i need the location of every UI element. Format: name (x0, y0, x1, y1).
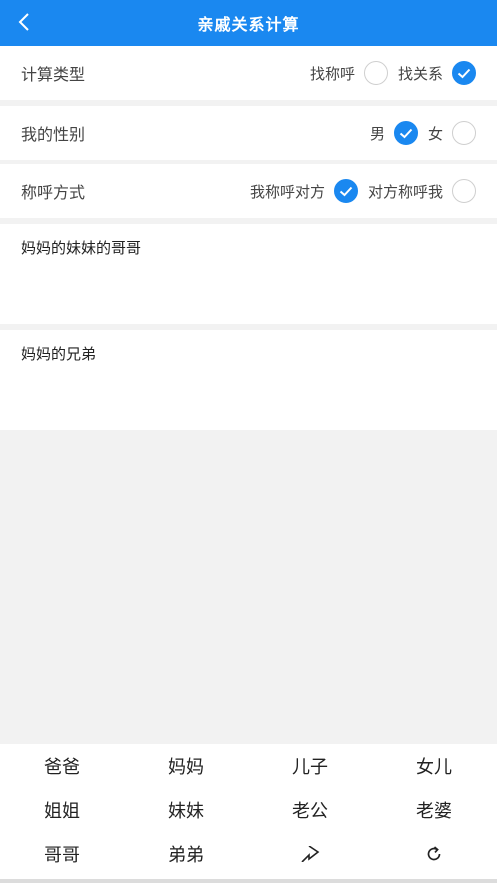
radio-unchecked-icon[interactable] (363, 61, 388, 85)
key-husband[interactable]: 老公 (248, 788, 372, 832)
key-son[interactable]: 儿子 (248, 744, 372, 788)
calc-type-row: 计算类型 找称呼 找关系 (0, 46, 497, 100)
option-i-call-them-label: 我称呼对方 (249, 182, 325, 201)
key-elder-sister[interactable]: 姐姐 (0, 788, 124, 832)
option-i-call-them[interactable]: 我称呼对方 (250, 179, 358, 203)
gender-row: 我的性别 男 女 (0, 106, 497, 160)
share-arrow-icon[interactable] (248, 832, 372, 876)
radio-checked-icon[interactable] (333, 179, 358, 203)
result-output: 妈妈的兄弟 (0, 330, 497, 430)
key-younger-brother[interactable]: 弟弟 (124, 832, 248, 876)
option-male[interactable]: 男 (370, 121, 418, 145)
address-mode-label: 称呼方式 (21, 183, 86, 202)
radio-checked-icon[interactable] (452, 61, 476, 85)
option-male-label: 男 (369, 124, 385, 143)
relation-keypad: 爸爸 妈妈 儿子 女儿 姐姐 妹妹 老公 老婆 哥哥 弟弟 (0, 744, 497, 879)
option-female-label: 女 (427, 124, 443, 143)
key-mom[interactable]: 妈妈 (124, 744, 248, 788)
option-they-call-me-label: 对方称呼我 (367, 182, 443, 201)
relation-input[interactable]: 妈妈的妹妹的哥哥 (0, 224, 497, 324)
option-find-title[interactable]: 找称呼 (310, 61, 388, 85)
key-dad[interactable]: 爸爸 (0, 744, 124, 788)
option-find-title-label: 找称呼 (309, 64, 355, 83)
page-title: 亲戚关系计算 (197, 15, 300, 34)
key-wife[interactable]: 老婆 (372, 788, 496, 832)
key-younger-sister[interactable]: 妹妹 (124, 788, 248, 832)
address-mode-row: 称呼方式 我称呼对方 对方称呼我 (0, 164, 497, 218)
refresh-icon[interactable] (372, 832, 496, 876)
key-elder-brother[interactable]: 哥哥 (0, 832, 124, 876)
key-daughter[interactable]: 女儿 (372, 744, 496, 788)
gender-label: 我的性别 (21, 125, 86, 144)
radio-checked-icon[interactable] (393, 121, 418, 145)
bottom-divider (0, 879, 497, 883)
chevron-left-icon[interactable] (12, 9, 36, 35)
calc-type-label: 计算类型 (21, 65, 86, 84)
radio-unchecked-icon[interactable] (452, 179, 476, 203)
app-header: 亲戚关系计算 (0, 0, 497, 46)
option-find-relation-label: 找关系 (397, 64, 443, 83)
option-find-relation[interactable]: 找关系 (398, 61, 476, 85)
option-female[interactable]: 女 (428, 121, 476, 145)
option-they-call-me[interactable]: 对方称呼我 (368, 179, 476, 203)
radio-unchecked-icon[interactable] (452, 121, 476, 145)
